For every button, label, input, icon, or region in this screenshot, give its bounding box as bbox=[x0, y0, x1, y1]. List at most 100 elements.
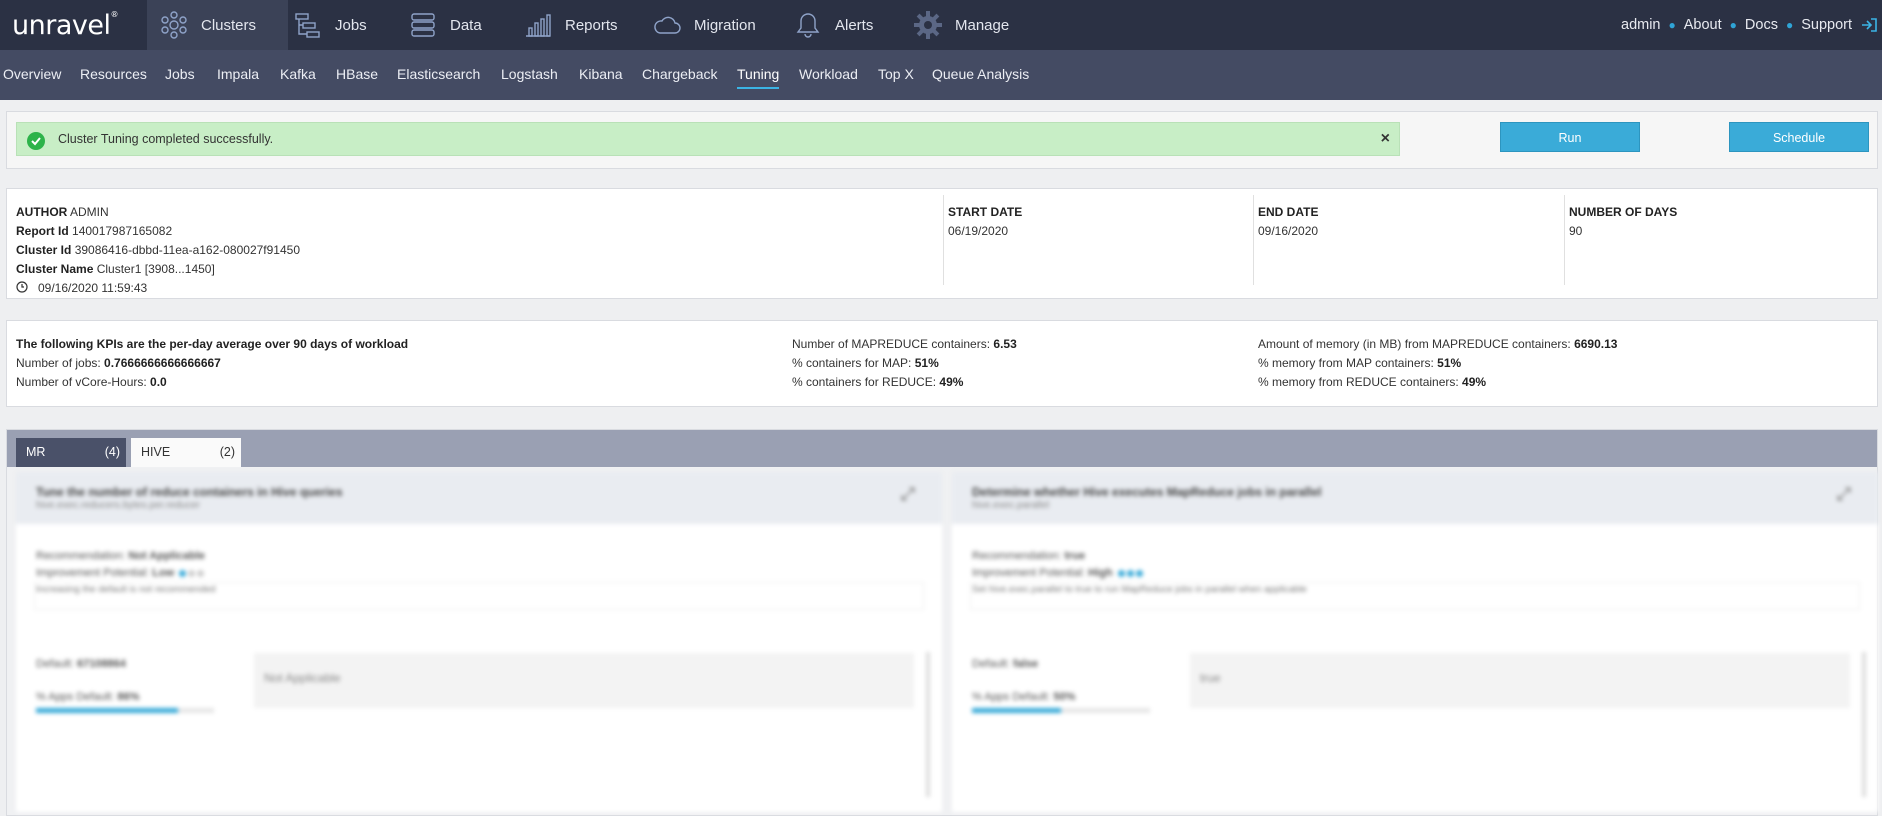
start-date-value: 06/19/2020 bbox=[948, 224, 1009, 238]
recommended-value-box: Not Applicable bbox=[254, 653, 914, 708]
card-recommendation: Recommendation: true Improvement Potenti… bbox=[972, 548, 1143, 582]
nav-label: Clusters bbox=[201, 16, 257, 34]
card-subtitle: hive.exec.reducers.bytes.per.reducer bbox=[36, 500, 200, 511]
tab-mr[interactable]: MR (4) bbox=[16, 438, 126, 467]
success-alert: Cluster Tuning completed successfully. × bbox=[16, 122, 1400, 156]
sub-navbar: Overview Resources Jobs Impala Kafka HBa… bbox=[0, 50, 1882, 100]
separator-dot: ● bbox=[1729, 18, 1737, 32]
support-link[interactable]: Support bbox=[1801, 17, 1852, 33]
report-id-label: Report Id bbox=[16, 224, 69, 238]
subnav-hbase[interactable]: HBase bbox=[336, 50, 378, 100]
subnav-kafka[interactable]: Kafka bbox=[280, 50, 316, 100]
subnav-workload[interactable]: Workload bbox=[799, 50, 858, 100]
close-icon[interactable]: × bbox=[1381, 130, 1390, 148]
about-link[interactable]: About bbox=[1684, 17, 1722, 33]
kpi-panel: The following KPIs are the per-day avera… bbox=[6, 320, 1878, 407]
scrollbar[interactable] bbox=[926, 652, 930, 797]
default-value: 67108864 bbox=[76, 658, 126, 670]
divider bbox=[1564, 195, 1565, 285]
nav-alerts[interactable]: Alerts bbox=[793, 0, 873, 50]
schedule-button[interactable]: Schedule bbox=[1729, 122, 1869, 152]
nav-reports[interactable]: Reports bbox=[523, 0, 618, 50]
card-header: Tune the number of reduce containers in … bbox=[16, 472, 942, 524]
cluster-name-label: Cluster Name bbox=[16, 262, 94, 276]
kpi-label: Amount of memory (in MB) from MAPREDUCE … bbox=[1258, 337, 1575, 351]
gear-icon bbox=[913, 10, 943, 40]
top-navbar: unravel® Clusters Jobs Data Reports Migr… bbox=[0, 0, 1882, 50]
nav-manage[interactable]: Manage bbox=[913, 0, 1009, 50]
days-value: 90 bbox=[1569, 224, 1583, 238]
kpi-label: % memory from REDUCE containers: bbox=[1258, 375, 1463, 389]
expand-icon[interactable] bbox=[900, 486, 916, 502]
report-info-panel: AUTHOR ADMIN Report Id 140017987165082 C… bbox=[6, 188, 1878, 299]
card-description: Increasing the default is not recommende… bbox=[36, 584, 216, 595]
apps-label: % Apps Default: bbox=[972, 691, 1054, 703]
logout-icon[interactable] bbox=[1860, 16, 1878, 34]
apps-default-fill bbox=[972, 708, 1061, 713]
author-label: AUTHOR bbox=[16, 205, 68, 219]
potential-label: Improvement Potential: bbox=[36, 567, 153, 579]
subnav-impala[interactable]: Impala bbox=[217, 50, 259, 100]
report-meta: AUTHOR ADMIN Report Id 140017987165082 C… bbox=[16, 203, 300, 299]
nav-migration[interactable]: Migration bbox=[652, 0, 756, 50]
subnav-jobs[interactable]: Jobs bbox=[165, 50, 195, 100]
subnav-elasticsearch[interactable]: Elasticsearch bbox=[397, 50, 480, 100]
subnav-overview[interactable]: Overview bbox=[3, 50, 61, 100]
card-header: Determine whether Hive executes MapReduc… bbox=[952, 472, 1878, 524]
tab-count: (2) bbox=[219, 445, 235, 459]
recommendation-card: Tune the number of reduce containers in … bbox=[16, 472, 942, 812]
apps-value: 86% bbox=[117, 691, 140, 703]
apps-label: % Apps Default: bbox=[36, 691, 118, 703]
apps-default-fill bbox=[36, 708, 179, 713]
data-icon bbox=[408, 10, 438, 40]
rec-label: Recommendation: bbox=[972, 550, 1065, 562]
default-value: false bbox=[1012, 658, 1039, 670]
cloud-icon bbox=[652, 10, 682, 40]
days-block: NUMBER OF DAYS 90 bbox=[1569, 203, 1677, 299]
tab-hive[interactable]: HIVE (2) bbox=[131, 438, 241, 467]
subnav-queue-analysis[interactable]: Queue Analysis bbox=[932, 50, 1029, 100]
expand-icon[interactable] bbox=[1836, 486, 1852, 502]
card-recommendation: Recommendation: Not Applicable Improveme… bbox=[36, 548, 205, 582]
apps-default-bar bbox=[36, 708, 214, 713]
scrollbar[interactable] bbox=[1862, 652, 1866, 797]
nav-jobs[interactable]: Jobs bbox=[293, 0, 367, 50]
alert-message: Cluster Tuning completed successfully. bbox=[58, 132, 274, 146]
separator-dot: ● bbox=[1668, 18, 1676, 32]
potential-dot bbox=[1126, 569, 1134, 577]
subnav-tuning[interactable]: Tuning bbox=[737, 50, 780, 100]
unravel-logo[interactable]: unravel® bbox=[12, 10, 118, 41]
cluster-name-value: Cluster1 [3908...1450] bbox=[96, 262, 215, 276]
subnav-topx[interactable]: Top X bbox=[878, 50, 914, 100]
clusters-icon bbox=[159, 10, 189, 40]
subnav-kibana[interactable]: Kibana bbox=[579, 50, 623, 100]
subnav-resources[interactable]: Resources bbox=[80, 50, 147, 100]
subnav-logstash[interactable]: Logstash bbox=[501, 50, 558, 100]
docs-link[interactable]: Docs bbox=[1745, 17, 1778, 33]
tab-strip: MR (4) HIVE (2) bbox=[7, 430, 1877, 467]
days-label: NUMBER OF DAYS bbox=[1569, 205, 1678, 219]
card-description: Set hive.exec.parallel to true to run Ma… bbox=[972, 584, 1307, 595]
rec-label: Recommendation: bbox=[36, 550, 129, 562]
status-bar: Cluster Tuning completed successfully. ×… bbox=[6, 111, 1878, 169]
nav-label: Jobs bbox=[335, 16, 367, 34]
potential-dot bbox=[1117, 569, 1125, 577]
recommendations-area: MR (4) HIVE (2) Tune the number of reduc… bbox=[6, 429, 1878, 816]
card-defaults: Default: false % Apps Default: 50% bbox=[972, 656, 1162, 706]
separator-dot: ● bbox=[1785, 18, 1794, 32]
report-id-value: 140017987165082 bbox=[72, 224, 173, 238]
run-button[interactable]: Run bbox=[1500, 122, 1640, 152]
kpi-jobs-block: The following KPIs are the per-day avera… bbox=[16, 335, 408, 392]
nav-clusters[interactable]: Clusters bbox=[147, 0, 288, 50]
apps-default-bar bbox=[972, 708, 1150, 713]
default-label: Default: bbox=[36, 658, 77, 670]
nav-data[interactable]: Data bbox=[408, 0, 482, 50]
user-menu[interactable]: admin bbox=[1621, 17, 1661, 33]
bell-icon bbox=[793, 10, 823, 40]
kpi-vcore-value: 0.0 bbox=[150, 375, 167, 389]
subnav-chargeback[interactable]: Chargeback bbox=[642, 50, 718, 100]
kpi-jobs-value: 0.7666666666666667 bbox=[104, 356, 221, 370]
kpi-label: Number of vCore-Hours: bbox=[16, 375, 151, 389]
start-date-label: START DATE bbox=[948, 205, 1023, 219]
potential-dot bbox=[179, 569, 187, 577]
